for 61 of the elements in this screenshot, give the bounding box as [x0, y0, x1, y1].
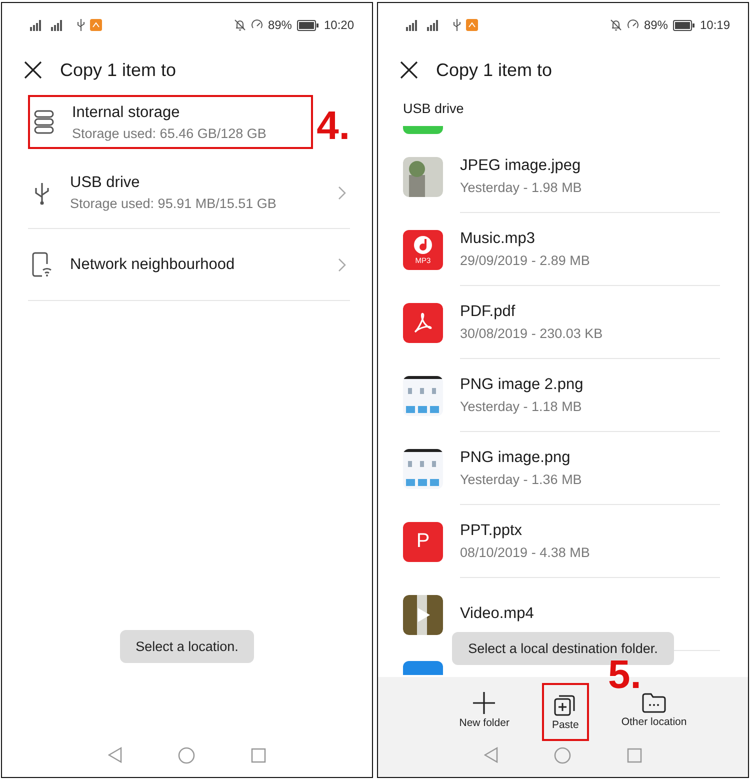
- screenshot-thumbnail: [403, 448, 443, 488]
- dialog-title: Copy 1 item to: [436, 60, 552, 80]
- file-details: 30/08/2019 - 230.03 KB: [460, 326, 604, 341]
- gauge-icon: [250, 19, 263, 31]
- close-icon[interactable]: [24, 61, 42, 79]
- chevron-right-icon: [338, 186, 346, 200]
- recents-icon[interactable]: [627, 748, 642, 762]
- paste-icon: [554, 694, 576, 716]
- close-icon[interactable]: [400, 61, 418, 79]
- step-annotation: 4.: [316, 104, 350, 148]
- video-thumbnail: [403, 594, 443, 634]
- file-name[interactable]: PDF.pdf: [460, 303, 720, 321]
- file-name[interactable]: PNG image.png: [460, 449, 720, 467]
- home-icon[interactable]: [178, 746, 195, 764]
- clock: 10:20: [324, 18, 354, 32]
- file-name[interactable]: Video.mp4: [460, 605, 720, 623]
- file-details: Yesterday - 1.36 MB: [460, 472, 583, 487]
- file-name[interactable]: JPEG image.jpeg: [460, 157, 720, 175]
- battery-percent: 89%: [268, 18, 292, 32]
- app-notification-icon: [466, 19, 478, 31]
- usb-icon: [32, 180, 52, 204]
- photo-thumbnail: [403, 156, 443, 196]
- screenshot-thumbnail: [403, 376, 443, 416]
- file-details: 29/09/2019 - 2.89 MB: [460, 253, 591, 268]
- clock: 10:19: [700, 18, 730, 32]
- phone-wifi-icon: [32, 252, 52, 278]
- battery-icon: [296, 20, 319, 30]
- app-notification-icon: [90, 19, 102, 31]
- breadcrumb[interactable]: USB drive: [378, 87, 748, 122]
- battery-percent: 89%: [644, 18, 668, 32]
- storage-used-text: Storage used: 65.46 GB/128 GB: [72, 126, 268, 140]
- file-details: Yesterday - 1.98 MB: [460, 180, 583, 195]
- toast-message: Select a location.: [120, 630, 254, 663]
- file-name[interactable]: PPT.pptx: [460, 522, 720, 540]
- folder-icon: [642, 692, 666, 712]
- dialog-title: Copy 1 item to: [60, 60, 176, 80]
- usb-icon: [453, 19, 461, 31]
- file-name[interactable]: PNG image 2.png: [460, 376, 720, 394]
- storage-location-item[interactable]: Internal storage Storage used: 65.46 GB/128 GB: [28, 95, 313, 149]
- back-icon[interactable]: [108, 747, 122, 763]
- storage-icon: [34, 110, 54, 134]
- gauge-icon: [626, 19, 639, 31]
- file-name[interactable]: Music.mp3: [460, 230, 720, 248]
- plus-icon: [473, 692, 496, 714]
- location-name: USB drive: [70, 174, 141, 192]
- bell-off-icon: [234, 19, 246, 31]
- toolbar-button[interactable]: Paste: [542, 683, 589, 741]
- location-name: Internal storage: [72, 104, 181, 122]
- location-name: Network neighbourhood: [70, 256, 236, 274]
- chevron-right-icon: [338, 258, 346, 272]
- file-details: Yesterday - 1.18 MB: [460, 399, 583, 414]
- battery-icon: [672, 20, 695, 30]
- home-icon[interactable]: [554, 746, 571, 764]
- storage-used-text: Storage used: 95.91 MB/15.51 GB: [70, 196, 278, 211]
- file-details: 08/10/2019 - 4.38 MB: [460, 545, 591, 560]
- presentation-file-icon: P: [403, 522, 443, 562]
- usb-icon: [77, 19, 85, 31]
- back-icon[interactable]: [484, 747, 498, 763]
- toolbar-button[interactable]: New folder: [449, 683, 520, 737]
- bell-off-icon: [610, 19, 622, 31]
- recents-icon[interactable]: [251, 748, 266, 762]
